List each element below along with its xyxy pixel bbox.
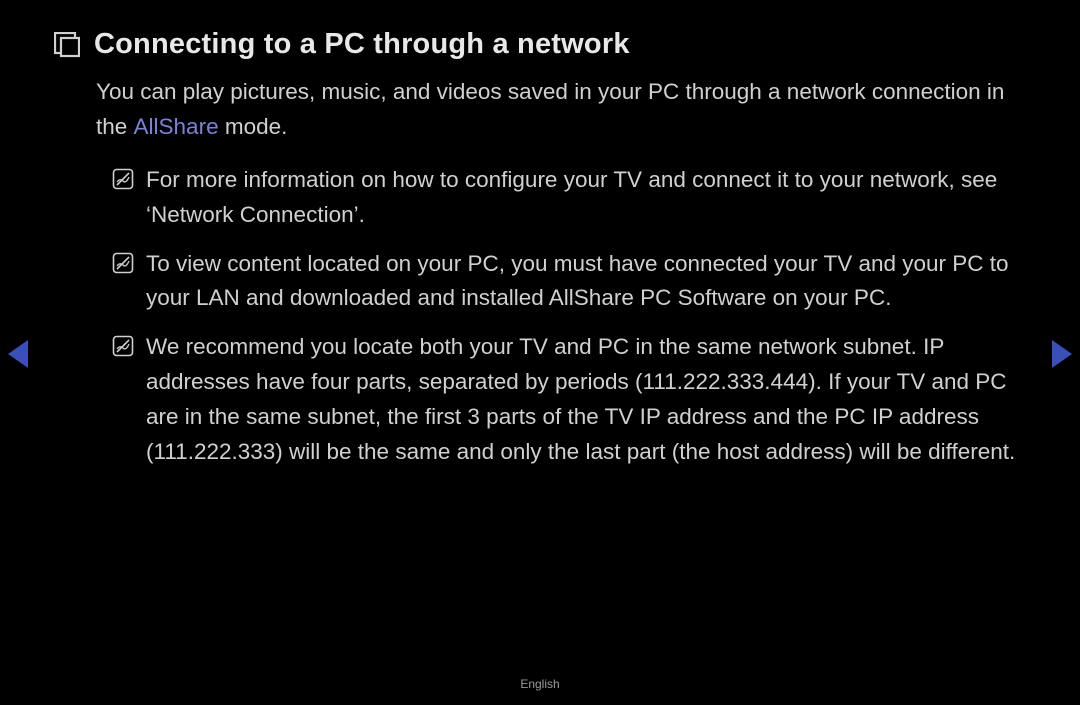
note-icon — [112, 335, 134, 357]
intro-paragraph: You can play pictures, music, and videos… — [96, 75, 1020, 145]
footer-language: English — [0, 677, 1080, 691]
page-content: Connecting to a PC through a network You… — [0, 0, 1080, 470]
intro-post: mode. — [219, 114, 288, 139]
note-item: To view content located on your PC, you … — [112, 247, 1020, 317]
note-item: We recommend you locate both your TV and… — [112, 330, 1020, 470]
title-row: Connecting to a PC through a network — [54, 28, 1020, 61]
note-text: To view content located on your PC, you … — [146, 247, 1020, 317]
note-icon — [112, 252, 134, 274]
note-item: For more information on how to configure… — [112, 163, 1020, 233]
intro-highlight: AllShare — [134, 114, 219, 139]
checkbox-icon — [54, 32, 80, 58]
nav-next-arrow[interactable] — [1052, 340, 1072, 368]
note-icon — [112, 168, 134, 190]
note-text: For more information on how to configure… — [146, 163, 1020, 233]
nav-prev-arrow[interactable] — [8, 340, 28, 368]
note-text: We recommend you locate both your TV and… — [146, 330, 1020, 470]
page-title: Connecting to a PC through a network — [94, 28, 630, 61]
